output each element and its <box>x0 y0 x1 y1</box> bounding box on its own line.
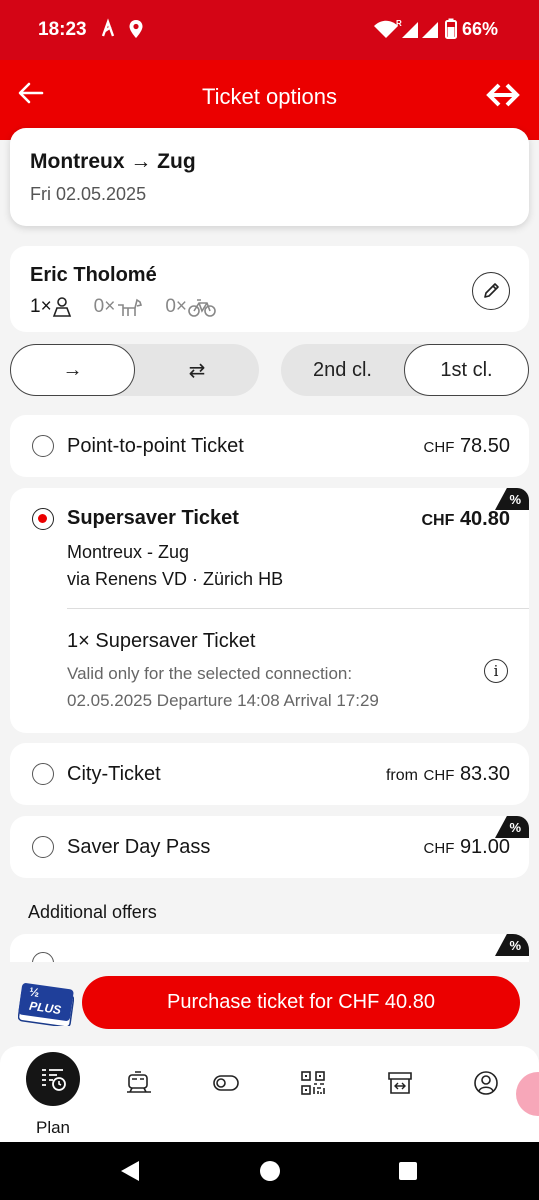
one-way-option[interactable]: → <box>10 344 135 396</box>
edit-traveller-button[interactable] <box>472 272 510 310</box>
second-class-option[interactable]: 2nd cl. <box>281 344 404 396</box>
plan-icon <box>42 1069 66 1091</box>
nav-plan[interactable] <box>26 1052 80 1106</box>
supersaver-times: 02.05.2025 Departure 14:08 Arrival 17:29 <box>67 691 379 710</box>
radio-supersaver[interactable] <box>32 508 54 530</box>
divider <box>67 608 529 609</box>
additional-offers-title: Additional offers <box>28 902 157 922</box>
radio-saver-day-pass[interactable] <box>32 836 54 858</box>
first-class-option[interactable]: 1st cl. <box>404 344 529 396</box>
discount-badge: % <box>495 934 529 956</box>
adult-count-value: 1× <box>30 296 52 317</box>
signal-icon-2 <box>422 22 438 38</box>
option-price: CHF 91.00 <box>424 836 510 859</box>
purchase-button[interactable]: Purchase ticket for CHF 40.80 <box>82 976 520 1029</box>
status-bar: 18:23 R 66% <box>0 0 539 60</box>
option-label: Saver Day Pass <box>67 836 211 858</box>
dog-icon <box>118 298 143 316</box>
price-currency: CHF <box>423 840 455 857</box>
system-back-icon[interactable] <box>119 1159 141 1183</box>
dog-count: 0× <box>94 296 144 318</box>
supersaver-via: via Renens VD · Zürich HB <box>67 569 284 589</box>
class-toggle: 2nd cl. 1st cl. <box>281 344 529 396</box>
journey-route: Montreux → Zug <box>30 150 196 173</box>
nav-train[interactable] <box>119 1068 159 1098</box>
ticket-option-city-ticket[interactable]: City-Ticket from CHF 83.30 <box>10 743 529 805</box>
traveller-name: Eric Tholomé <box>30 264 157 286</box>
system-nav-bar <box>0 1142 539 1200</box>
system-home-icon[interactable] <box>258 1159 282 1183</box>
qr-code-icon <box>301 1071 325 1095</box>
nfc-icon <box>101 18 115 37</box>
nav-profile[interactable] <box>466 1068 506 1098</box>
ticket-option-saver-day-pass[interactable]: % Saver Day Pass CHF 91.00 <box>10 816 529 878</box>
location-icon <box>129 20 143 38</box>
option-price: from CHF 83.30 <box>386 763 510 786</box>
nav-toggle[interactable] <box>206 1068 246 1098</box>
supersaver-detail-title: 1× Supersaver Ticket <box>67 630 256 652</box>
toggle-icon <box>213 1075 239 1091</box>
wifi-icon: R <box>374 19 402 38</box>
supersaver-validity: Valid only for the selected connection: <box>67 664 353 683</box>
price-value: 91.00 <box>459 836 510 858</box>
status-time: 18:23 <box>38 19 87 40</box>
journey-card[interactable]: Montreux → Zug Fri 02.05.2025 <box>10 128 529 226</box>
nav-plan-label: Plan <box>35 1118 71 1137</box>
dog-count-value: 0× <box>93 296 116 317</box>
bike-count: 0× <box>165 296 217 318</box>
battery-icon <box>445 18 457 39</box>
signal-icon <box>402 22 418 38</box>
discount-badge: % <box>495 816 529 838</box>
price-currency: CHF <box>423 439 455 456</box>
price-value: 78.50 <box>459 435 510 457</box>
discount-badge: % <box>495 488 529 510</box>
price-value: 40.80 <box>459 508 510 530</box>
price-prefix: from <box>385 767 418 784</box>
person-icon <box>52 297 71 317</box>
price-currency: CHF <box>423 767 455 784</box>
journey-date: Fri 02.05.2025 <box>30 184 147 204</box>
halffare-plus-icon[interactable]: ½ PLUS <box>18 980 74 1026</box>
pencil-icon <box>484 283 499 298</box>
price-value: 83.30 <box>459 763 510 785</box>
nav-qr[interactable] <box>293 1068 333 1098</box>
page-title: Ticket options <box>202 84 337 109</box>
direction-toggle: → ⇄ <box>10 344 259 396</box>
ticket-option-supersaver[interactable]: % Supersaver Ticket CHF 40.80 Montreux -… <box>10 488 529 733</box>
halffare-fraction: ½ <box>28 985 40 1000</box>
system-recents-icon[interactable] <box>398 1161 418 1181</box>
option-label: Point-to-point Ticket <box>67 435 244 457</box>
traveller-card: Eric Tholomé 1× 0× 0× <box>10 246 529 332</box>
train-icon <box>127 1071 151 1093</box>
shop-icon <box>388 1072 412 1094</box>
ticket-option-point-to-point[interactable]: Point-to-point Ticket CHF 78.50 <box>10 415 529 477</box>
bike-count-value: 0× <box>165 296 188 317</box>
info-icon[interactable]: i <box>484 659 508 683</box>
radio-city-ticket[interactable] <box>32 763 54 785</box>
battery-percent: 66% <box>462 19 499 39</box>
sbb-logo-icon[interactable] <box>485 82 521 108</box>
supersaver-route: Montreux - Zug <box>67 542 190 562</box>
radio-point-to-point[interactable] <box>32 435 54 457</box>
price-currency: CHF <box>421 512 455 529</box>
bicycle-icon <box>188 299 216 317</box>
traveller-counts: 1× 0× 0× <box>30 294 239 320</box>
nav-shop[interactable] <box>380 1068 420 1098</box>
option-price: CHF 40.80 <box>421 508 510 531</box>
option-label: Supersaver Ticket <box>67 507 239 529</box>
purchase-bar: ½ PLUS Purchase ticket for CHF 40.80 <box>0 962 539 1042</box>
adult-count: 1× <box>30 296 72 318</box>
option-label: City-Ticket <box>67 763 161 785</box>
profile-icon <box>474 1071 498 1095</box>
bottom-nav: Plan <box>0 1046 539 1142</box>
option-price: CHF 78.50 <box>424 435 510 458</box>
return-option[interactable]: ⇄ <box>135 344 259 396</box>
